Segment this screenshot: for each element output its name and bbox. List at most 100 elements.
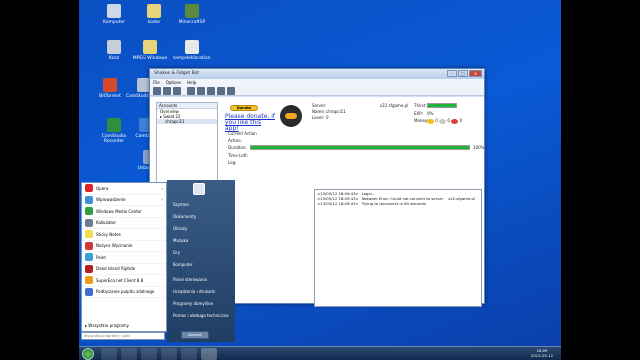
- menu-options[interactable]: Options: [166, 79, 181, 86]
- app-icon: [107, 40, 121, 54]
- tree-item-account[interactable]: chrapci11: [157, 119, 217, 124]
- desktop-icon[interactable]: tampdeklaration: [171, 40, 213, 61]
- taskbar-app-icon[interactable]: [161, 348, 177, 360]
- app-icon: [185, 4, 199, 18]
- log-box[interactable]: <13/05/12 18:09:43> Login... <13/05/12 18:…: [314, 189, 482, 307]
- start-menu-places: Szymon Dokumenty Obrazy Muzyka Gry Komputer Pa…: [167, 180, 235, 342]
- thirst-label: Thirst:: [414, 103, 427, 108]
- search-input[interactable]: Wyszukaj programy i pliki: [81, 332, 165, 340]
- taskbar-opera-icon[interactable]: [141, 348, 157, 360]
- taskbar-media-icon[interactable]: [121, 348, 137, 360]
- start-menu-place[interactable]: Muzyka: [173, 238, 188, 243]
- start-menu-item[interactable]: Kalkulator: [82, 218, 166, 229]
- start-menu-item[interactable]: Opera ›: [82, 183, 166, 195]
- start-menu-place[interactable]: Programy domyślne: [173, 301, 213, 306]
- log-time: <13/05/12 18:09:43>: [317, 201, 359, 206]
- donate-link[interactable]: Please donate, if you like this app!: [225, 114, 275, 132]
- app-icon: [147, 4, 161, 18]
- app-icon: [107, 4, 121, 18]
- mushroom-icon: [451, 118, 459, 124]
- duration-fill: [251, 146, 469, 149]
- tool-icon-5[interactable]: [227, 87, 235, 95]
- maximize-icon[interactable]: □: [458, 70, 468, 77]
- shutdown-button[interactable]: Zamknij: [181, 331, 209, 339]
- menu-help[interactable]: Help: [187, 79, 196, 86]
- desktop-icon[interactable]: koder: [133, 4, 175, 25]
- exp-value: 0%: [427, 111, 434, 116]
- start-menu-item[interactable]: Podłączanie pulpitu zdalnego: [82, 287, 166, 298]
- tool-icon-1[interactable]: [187, 87, 195, 95]
- start-menu-item-label: Windows Media Center: [96, 208, 142, 214]
- minimize-icon[interactable]: –: [447, 70, 457, 77]
- desktop-icon[interactable]: MPEG Windows: [129, 40, 171, 61]
- menubar: File Options Help: [150, 79, 484, 86]
- window-titlebar[interactable]: Shakes & Fidget Bot – □ x: [150, 69, 484, 79]
- taskbar: 18:09 2013-05-12: [79, 346, 561, 360]
- menu-file[interactable]: File: [153, 79, 160, 86]
- start-menu-place[interactable]: Gry: [173, 250, 180, 255]
- money-row: 0 0 0: [427, 118, 462, 124]
- app-icon: [107, 118, 121, 132]
- desktop-icon[interactable]: MinecraftSP: [171, 4, 213, 25]
- start-orb-icon[interactable]: [82, 348, 94, 360]
- app-icon: [143, 40, 157, 54]
- server-label: Server:: [312, 103, 327, 108]
- program-icon: [85, 264, 93, 273]
- start-menu-place[interactable]: Panel sterowania: [173, 277, 207, 282]
- start-menu-item[interactable]: Wprowadzenie ›: [82, 195, 166, 206]
- taskbar-bot-icon[interactable]: [201, 348, 217, 360]
- donate-button[interactable]: Donate: [230, 105, 258, 111]
- start-icon[interactable]: [153, 87, 161, 95]
- program-icon: [85, 276, 93, 285]
- all-programs-link[interactable]: ▸ Wszystkie programy: [85, 323, 129, 328]
- current-action-label: Current Action: [228, 131, 257, 136]
- program-icon: [85, 287, 93, 296]
- submenu-arrow-icon: ›: [161, 185, 163, 191]
- user-avatar[interactable]: [193, 183, 205, 195]
- log-text: Trying to reconnect in 60 seconds.: [361, 201, 427, 206]
- start-menu-place[interactable]: Pomoc i obsługa techniczna: [173, 313, 229, 318]
- thirst-fill: [428, 104, 456, 107]
- stop-icon[interactable]: [173, 87, 181, 95]
- desktop-icon[interactable]: Komputer: [93, 4, 135, 25]
- start-menu-item[interactable]: Sticky Notes: [82, 229, 166, 241]
- name-value: chrapci11: [326, 109, 346, 114]
- start-menu-item-label: Kalkulator: [96, 220, 117, 226]
- desktop-icon-label: MinecraftSP: [178, 20, 206, 25]
- log-label: Log:: [228, 160, 237, 165]
- start-menu-item[interactable]: Windows Media Center: [82, 206, 166, 218]
- start-menu: Opera › Wprowadzenie › Windows Media Center K…: [79, 180, 239, 350]
- start-menu-place[interactable]: Urządzenia i drukarki: [173, 289, 215, 294]
- start-menu-item-label: Wprowadzenie: [96, 197, 126, 203]
- start-menu-item[interactable]: Nożyce Wycinanie: [82, 241, 166, 252]
- start-menu-place[interactable]: Szymon: [173, 202, 189, 207]
- start-menu-item[interactable]: SuperEco.net Client 8.8: [82, 275, 166, 287]
- taskbar-explorer-icon[interactable]: [101, 348, 117, 360]
- tool-icon-2[interactable]: [197, 87, 205, 95]
- start-menu-place[interactable]: Komputer: [173, 262, 193, 267]
- program-icon: [85, 218, 93, 227]
- program-icon: [85, 207, 93, 216]
- tool-icon-4[interactable]: [217, 87, 225, 95]
- level-value: 0: [326, 115, 329, 120]
- duration-percent: 100%: [473, 145, 485, 150]
- toolbar: [150, 86, 484, 96]
- taskbar-app-icon[interactable]: [181, 348, 197, 360]
- start-menu-item[interactable]: Dead Island Riptide: [82, 264, 166, 275]
- start-menu-item-label: Paint: [96, 254, 106, 260]
- desktop-icon-label: tampdeklaration: [173, 56, 211, 61]
- app-icon: [103, 78, 117, 92]
- window-title: Shakes & Fidget Bot: [154, 71, 200, 76]
- start-menu-item-label: Podłączanie pulpitu zdalnego: [96, 289, 155, 295]
- start-menu-item[interactable]: Paint: [82, 252, 166, 264]
- program-icon: [85, 184, 93, 193]
- start-menu-place[interactable]: Obrazy: [173, 226, 187, 231]
- server-value: s22.sfgame.pl: [380, 103, 409, 108]
- start-menu-place[interactable]: Dokumenty: [173, 214, 196, 219]
- clock[interactable]: 18:09 2013-05-12: [531, 348, 553, 358]
- thirst-bar: [427, 103, 457, 108]
- close-icon[interactable]: x: [469, 70, 482, 77]
- tool-icon-3[interactable]: [207, 87, 215, 95]
- start-menu-item-label: SuperEco.net Client 8.8: [96, 277, 144, 283]
- refresh-icon[interactable]: [163, 87, 171, 95]
